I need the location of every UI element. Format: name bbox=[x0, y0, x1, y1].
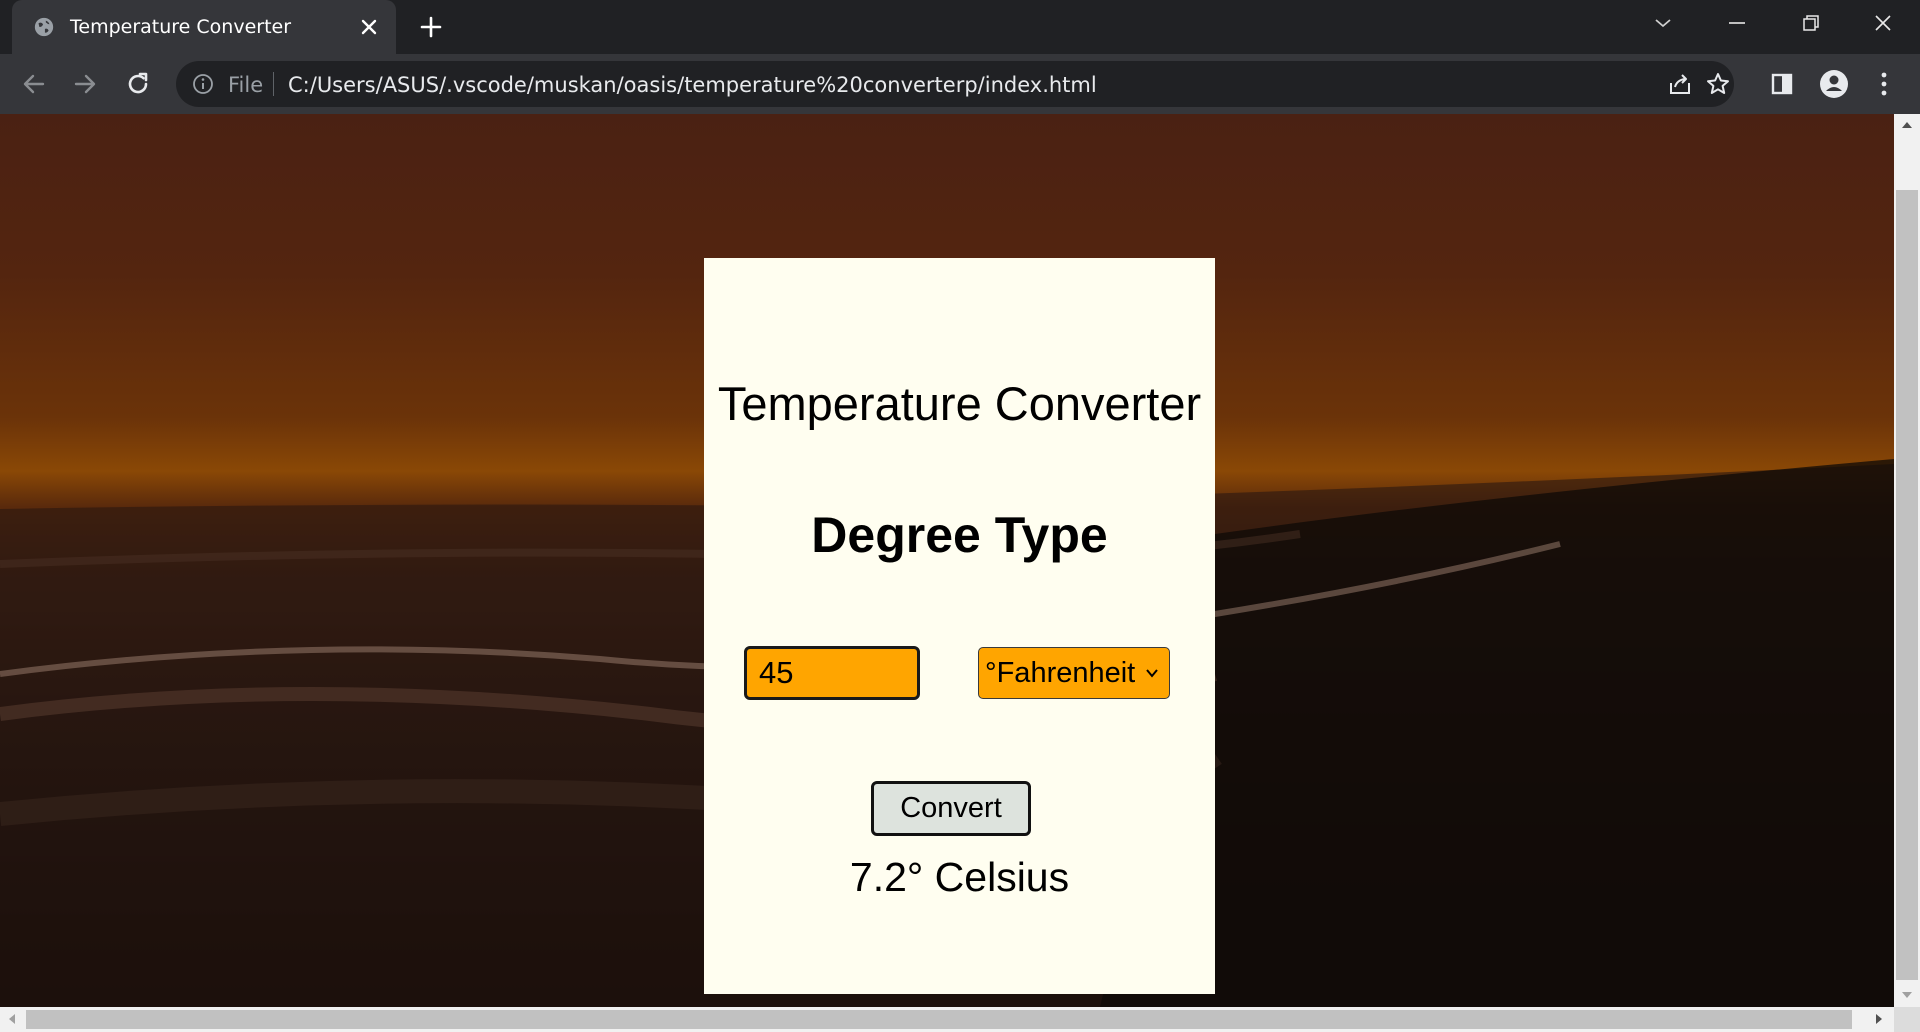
chevron-down-icon bbox=[1146, 669, 1158, 678]
forward-arrow-icon[interactable] bbox=[69, 68, 101, 100]
degree-type-heading: Degree Type bbox=[811, 507, 1108, 563]
reload-icon[interactable] bbox=[122, 68, 154, 100]
horizontal-scrollbar[interactable] bbox=[0, 1007, 1894, 1032]
vertical-scrollbar[interactable] bbox=[1894, 114, 1920, 1007]
scroll-down-icon[interactable] bbox=[1902, 992, 1912, 998]
info-icon[interactable] bbox=[192, 73, 214, 95]
globe-icon bbox=[34, 17, 54, 37]
scroll-up-icon[interactable] bbox=[1902, 122, 1912, 128]
browser-toolbar: File C:/Users/ASUS/.vscode/muskan/oasis/… bbox=[0, 54, 1920, 114]
page-title: Temperature Converter bbox=[717, 377, 1202, 430]
scroll-left-icon[interactable] bbox=[9, 1014, 15, 1024]
close-window-icon[interactable] bbox=[1846, 0, 1920, 46]
side-panel-icon[interactable] bbox=[1766, 68, 1798, 100]
scrollbar-corner bbox=[1894, 1007, 1920, 1032]
restore-icon[interactable] bbox=[1774, 0, 1848, 46]
tab-strip: Temperature Converter bbox=[0, 0, 1920, 54]
convert-button[interactable]: Convert bbox=[871, 781, 1031, 836]
share-icon[interactable] bbox=[1666, 70, 1694, 98]
converter-card: Temperature Converter Degree Type °Fahre… bbox=[704, 258, 1215, 994]
result-text: 7.2° Celsius bbox=[849, 854, 1070, 900]
url-text[interactable]: C:/Users/ASUS/.vscode/muskan/oasis/tempe… bbox=[288, 73, 1097, 97]
browser-tab[interactable]: Temperature Converter bbox=[12, 0, 396, 54]
new-tab-icon[interactable] bbox=[418, 14, 444, 40]
star-icon[interactable] bbox=[1704, 70, 1732, 98]
temperature-input[interactable] bbox=[744, 646, 920, 700]
unit-select-value: °Fahrenheit bbox=[985, 656, 1136, 689]
scroll-right-icon[interactable] bbox=[1876, 1014, 1882, 1024]
page-viewport: Temperature Converter Degree Type °Fahre… bbox=[0, 114, 1894, 1007]
omnibox-divider bbox=[273, 72, 274, 96]
close-tab-icon[interactable] bbox=[357, 15, 381, 39]
url-scheme: File bbox=[228, 73, 264, 97]
unit-select[interactable]: °Fahrenheit bbox=[978, 647, 1170, 699]
tab-search-icon[interactable] bbox=[1626, 0, 1700, 46]
profile-icon[interactable] bbox=[1818, 68, 1850, 100]
tab-title: Temperature Converter bbox=[70, 16, 292, 38]
address-bar[interactable]: File C:/Users/ASUS/.vscode/muskan/oasis/… bbox=[176, 61, 1734, 107]
more-vert-icon[interactable] bbox=[1868, 68, 1900, 100]
back-arrow-icon[interactable] bbox=[18, 68, 50, 100]
horizontal-scroll-thumb[interactable] bbox=[26, 1010, 1852, 1029]
minimize-icon[interactable] bbox=[1700, 0, 1774, 46]
vertical-scroll-thumb[interactable] bbox=[1896, 190, 1918, 980]
